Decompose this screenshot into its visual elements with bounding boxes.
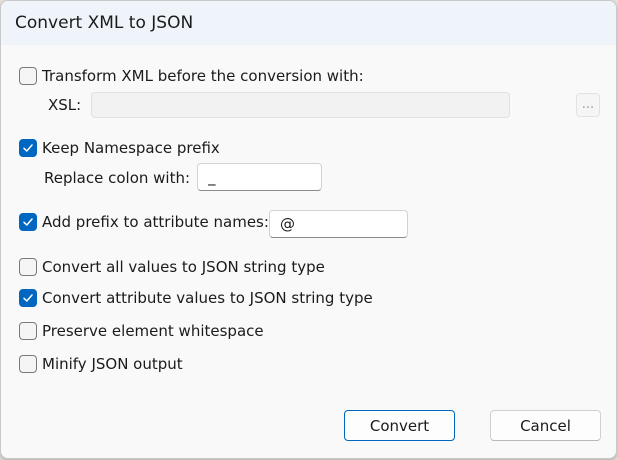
add-prefix-checkbox[interactable] — [19, 213, 37, 231]
browse-xsl-button[interactable]: ... — [576, 93, 600, 117]
preserve-whitespace-option[interactable]: Preserve element whitespace — [19, 322, 264, 340]
attribute-prefix-input[interactable] — [269, 210, 408, 238]
xsl-path-input[interactable] — [91, 92, 510, 118]
all-values-string-label: Convert all values to JSON string type — [42, 258, 325, 276]
keep-namespace-checkbox[interactable] — [19, 139, 37, 157]
transform-xml-label: Transform XML before the conversion with… — [42, 67, 364, 85]
browse-label: ... — [581, 97, 595, 112]
minify-json-option[interactable]: Minify JSON output — [19, 355, 183, 373]
transform-xml-checkbox[interactable] — [19, 67, 37, 85]
keep-namespace-option[interactable]: Keep Namespace prefix — [19, 139, 220, 157]
replace-colon-input[interactable] — [197, 163, 322, 191]
checkmark-icon — [23, 294, 33, 302]
convert-xml-to-json-dialog: Convert XML to JSON Transform XML before… — [0, 0, 617, 459]
convert-button-label: Convert — [369, 416, 430, 435]
attribute-values-string-option[interactable]: Convert attribute values to JSON string … — [19, 289, 373, 307]
attribute-values-string-label: Convert attribute values to JSON string … — [42, 289, 373, 307]
dialog-title: Convert XML to JSON — [15, 13, 194, 33]
convert-button[interactable]: Convert — [344, 410, 455, 441]
replace-colon-label: Replace colon with: — [44, 169, 191, 187]
all-values-string-checkbox[interactable] — [19, 258, 37, 276]
xsl-label: XSL: — [48, 96, 82, 114]
minify-json-label: Minify JSON output — [42, 355, 183, 373]
keep-namespace-label: Keep Namespace prefix — [42, 139, 220, 157]
checkmark-icon — [23, 144, 33, 152]
preserve-whitespace-label: Preserve element whitespace — [42, 322, 264, 340]
add-prefix-label: Add prefix to attribute names: — [42, 213, 269, 231]
cancel-button-label: Cancel — [520, 416, 571, 435]
add-prefix-option[interactable]: Add prefix to attribute names: — [19, 213, 269, 231]
attribute-values-string-checkbox[interactable] — [19, 289, 37, 307]
all-values-string-option[interactable]: Convert all values to JSON string type — [19, 258, 325, 276]
checkmark-icon — [23, 218, 33, 226]
cancel-button[interactable]: Cancel — [490, 410, 601, 441]
minify-json-checkbox[interactable] — [19, 355, 37, 373]
transform-xml-option[interactable]: Transform XML before the conversion with… — [19, 67, 364, 85]
preserve-whitespace-checkbox[interactable] — [19, 322, 37, 340]
dialog-titlebar: Convert XML to JSON — [1, 1, 616, 45]
